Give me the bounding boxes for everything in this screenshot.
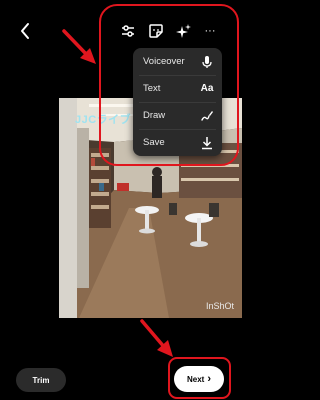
inshot-watermark: InShOt <box>205 301 234 311</box>
trim-button[interactable]: Trim <box>16 368 66 392</box>
next-button-label: Next <box>186 374 205 384</box>
back-button[interactable] <box>14 18 36 44</box>
annotation-arrow-top <box>62 29 96 64</box>
next-button[interactable]: Next › <box>174 366 224 392</box>
chevron-right-icon: › <box>207 372 211 385</box>
annotation-box-toolbar <box>99 4 239 166</box>
chevron-left-icon <box>21 23 29 39</box>
trim-button-label: Trim <box>32 375 50 385</box>
annotation-arrow-bottom <box>140 319 173 357</box>
